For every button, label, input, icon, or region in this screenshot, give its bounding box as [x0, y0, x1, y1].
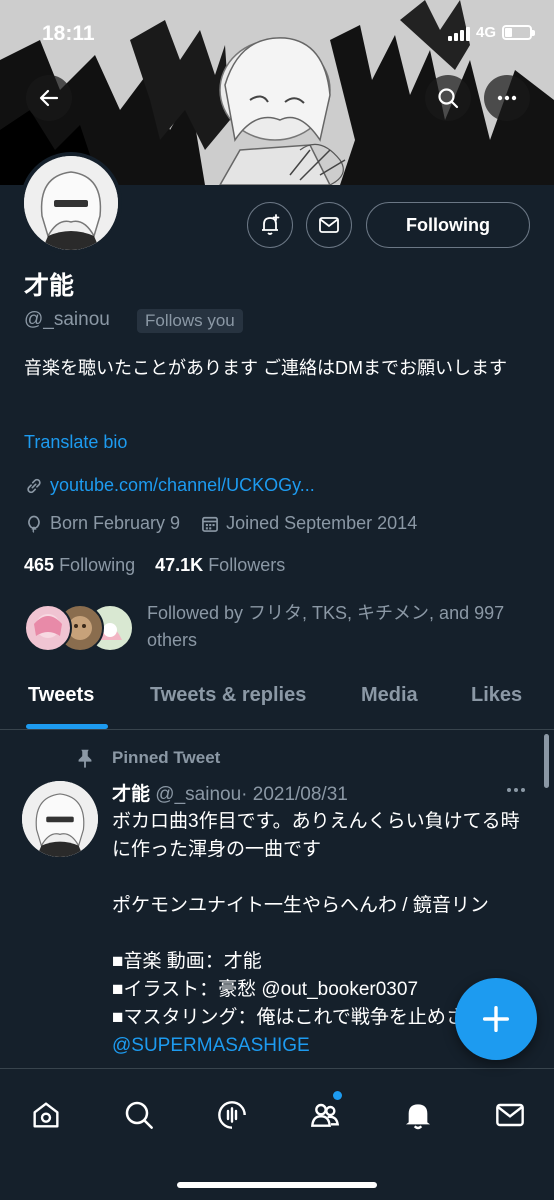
search-icon [125, 1101, 153, 1129]
following-label: Following [59, 555, 136, 575]
followers-label: Followers [208, 555, 286, 575]
envelope-icon [319, 217, 339, 233]
more-button[interactable] [484, 75, 530, 121]
follow-counts: 465 Following 47.1K Followers [24, 555, 285, 576]
nav-messages[interactable] [490, 1095, 530, 1135]
tweet-more-button[interactable] [504, 782, 528, 803]
tweet-avatar-image [22, 781, 98, 857]
pin-icon [78, 749, 92, 769]
tweet-body-text: ボカロ曲3作目です。ありえんくらい負けてる時に作った渾身の一曲です ポケモンユナ… [112, 811, 522, 1028]
more-dots-icon [507, 788, 525, 792]
network-type: 4G [475, 24, 496, 41]
link-icon [27, 478, 41, 493]
tweet-date: · 2021/08/31 [241, 784, 348, 805]
back-button[interactable] [26, 75, 72, 121]
status-indicators: 4G [447, 24, 535, 41]
balloon-icon [28, 515, 40, 533]
active-tab-indicator [26, 724, 108, 729]
birthday-text: Born February 9 [50, 513, 181, 533]
messages-icon [496, 1103, 524, 1127]
bottom-navigation [0, 1068, 554, 1200]
nav-home[interactable] [26, 1095, 66, 1135]
profile-name: 才能 [24, 272, 75, 300]
status-bar: 18:11 4G [0, 0, 554, 70]
more-dots-icon [497, 95, 517, 101]
pinned-tweet-label: Pinned Tweet [74, 747, 220, 769]
profile-handle: @_sainou [24, 309, 110, 330]
search-button[interactable] [425, 75, 471, 121]
plus-icon [482, 1005, 510, 1033]
search-icon [438, 88, 459, 109]
scrollbar[interactable] [544, 734, 549, 788]
profile-website[interactable]: youtube.com/channel/UCKOGy... [50, 475, 315, 496]
communities-notification-dot [333, 1091, 342, 1100]
followed-by-avatars[interactable] [24, 604, 134, 654]
tweet-author-handle[interactable]: @_sainou [155, 784, 241, 805]
nav-spaces[interactable] [212, 1095, 252, 1135]
follows-you-badge: Follows you [137, 309, 243, 333]
nav-communities[interactable] [305, 1095, 345, 1135]
profile-bio: 音楽を聴いたことがあります ご連絡はDMまでお願いします [24, 358, 507, 378]
home-indicator[interactable] [177, 1182, 377, 1188]
signal-icon [447, 25, 470, 41]
tweet-mention[interactable]: @SUPERMASASHIGE [112, 1035, 310, 1056]
compose-tweet-button[interactable] [455, 978, 537, 1060]
spaces-icon [218, 1101, 246, 1129]
communities-icon [311, 1103, 340, 1127]
tweet-avatar[interactable] [22, 781, 98, 857]
profile-tabs: Tweets Tweets & replies Media Likes [0, 670, 554, 730]
nav-search[interactable] [119, 1095, 159, 1135]
followers-count: 47.1K [155, 555, 204, 575]
battery-icon [502, 25, 535, 40]
avatar-image [24, 156, 118, 250]
bell-plus-icon [262, 214, 280, 235]
tab-tweets-replies[interactable]: Tweets & replies [150, 684, 306, 707]
translate-bio-link[interactable]: Translate bio [24, 432, 127, 453]
tab-media[interactable]: Media [361, 684, 418, 707]
message-button[interactable] [306, 202, 352, 248]
following-count: 465 [24, 555, 55, 575]
profile-avatar[interactable] [20, 152, 122, 254]
tweet-header: 才能 @_sainou· 2021/08/31 [112, 779, 348, 806]
status-time: 18:11 [42, 22, 95, 45]
tweet-author-name[interactable]: 才能 [112, 784, 150, 805]
joined-text: Joined September 2014 [226, 513, 418, 533]
followers-count-link[interactable]: 47.1K Followers [155, 555, 285, 575]
calendar-icon [202, 516, 218, 532]
notify-button[interactable] [247, 202, 293, 248]
tab-tweets[interactable]: Tweets [28, 684, 94, 707]
following-button[interactable]: Following [366, 202, 530, 248]
home-icon [33, 1102, 59, 1128]
profile-link-row[interactable]: youtube.com/channel/UCKOGy... [24, 475, 315, 496]
profile-dates-row: Born February 9 Joined September 2014 [24, 513, 417, 534]
notifications-icon [406, 1104, 430, 1130]
followed-by-text[interactable]: Followed by フリタ, TKS, キチメン, and 997 othe… [147, 600, 537, 654]
follower-avatar [24, 604, 72, 652]
pinned-text: Pinned Tweet [112, 748, 221, 767]
following-count-link[interactable]: 465 Following [24, 555, 135, 575]
arrow-left-icon [39, 89, 59, 107]
tab-likes[interactable]: Likes [471, 684, 522, 707]
nav-notifications[interactable] [398, 1095, 438, 1135]
